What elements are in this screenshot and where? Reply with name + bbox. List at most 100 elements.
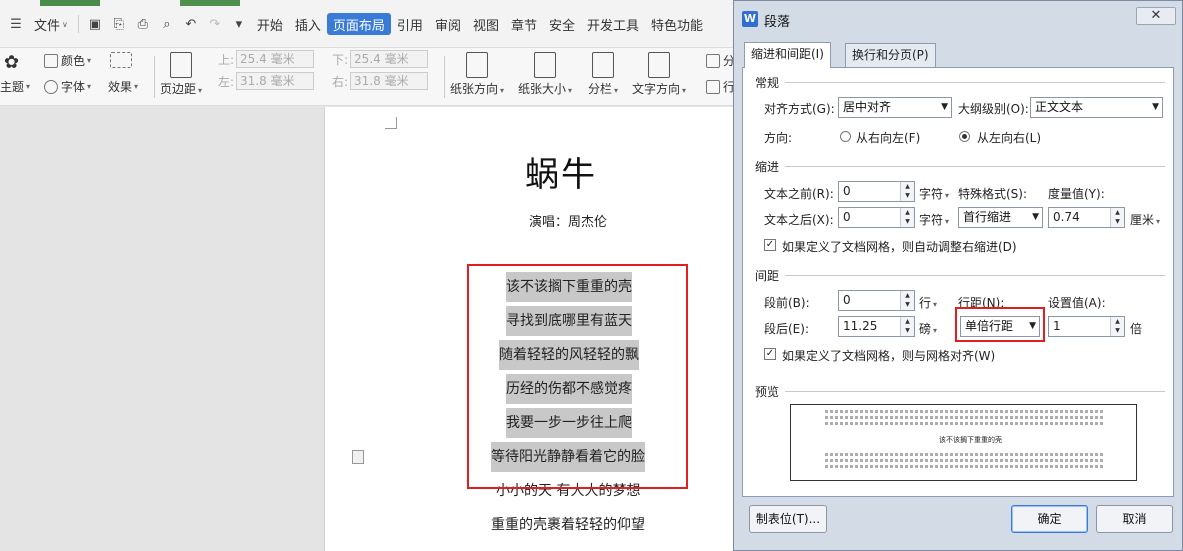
preview-icon[interactable]: ⌕: [155, 13, 179, 35]
indent-after-unit[interactable]: 字符 ▾: [919, 211, 949, 228]
document-title: 蜗牛: [525, 155, 597, 195]
export-icon[interactable]: ⎘: [107, 13, 131, 35]
spinner-icon[interactable]: ▲ ▼: [900, 208, 914, 227]
space-after-input[interactable]: 11.25 ▲ ▼: [838, 316, 915, 337]
auto-right-indent-checkbox[interactable]: ✓: [764, 239, 776, 251]
indent-after-input[interactable]: 0 ▲ ▼: [838, 207, 915, 228]
orientation-icon: [466, 52, 489, 78]
cancel-button[interactable]: 取消: [1096, 505, 1173, 533]
paper-size-icon: [534, 52, 557, 78]
chevron-down-icon: ▾: [933, 300, 938, 309]
special-value: 首行缩进: [963, 210, 1012, 224]
measure-label: 度量值(Y):: [1048, 187, 1105, 201]
tab-security[interactable]: 安全: [543, 13, 581, 35]
divider: [785, 391, 1165, 392]
fonts-label: 字体: [61, 80, 86, 94]
theme-button[interactable]: 主题 ▾: [0, 78, 30, 95]
set-value-input[interactable]: 1 ▲ ▼: [1048, 316, 1125, 337]
chevron-down-icon: ▾: [945, 191, 950, 200]
indent-before-value: 0: [843, 184, 851, 198]
tab-developer[interactable]: 开发工具: [581, 13, 645, 35]
measure-value: 0.74: [1053, 210, 1080, 224]
indent-before-input[interactable]: 0 ▲ ▼: [838, 181, 915, 202]
undo-icon[interactable]: ↶: [179, 13, 203, 35]
chevron-down-icon: ▾: [568, 86, 573, 95]
space-after-label: 段后(E):: [764, 322, 809, 336]
paragraph-options-icon[interactable]: [352, 450, 364, 464]
text-direction-button[interactable]: 文字方向 ▾: [632, 52, 686, 97]
space-before-unit[interactable]: 行 ▾: [919, 294, 937, 311]
special-label: 特殊格式(S):: [958, 187, 1028, 201]
indent-before-unit[interactable]: 字符 ▾: [919, 185, 949, 202]
spinner-icon[interactable]: ▲ ▼: [900, 317, 914, 336]
indent-before-label: 文本之前(R):: [764, 187, 834, 201]
divider: [785, 82, 1165, 83]
hamburger-icon[interactable]: ☰: [4, 13, 28, 35]
separator: [444, 56, 445, 98]
breaks-icon: [706, 53, 720, 68]
chevron-down-icon: ▾: [500, 86, 505, 95]
tab-page-layout[interactable]: 页面布局: [326, 13, 391, 35]
divider: [785, 166, 1165, 167]
chevron-down-icon: ▾: [134, 82, 139, 91]
separator: [77, 15, 79, 33]
divider: [785, 275, 1165, 276]
tab-insert[interactable]: 插入: [289, 13, 327, 35]
snap-grid-checkbox[interactable]: ✓: [764, 348, 776, 360]
line-number-button[interactable]: 行: [706, 78, 735, 95]
chevron-down-icon: ▾: [1156, 217, 1161, 226]
top-margin-input[interactable]: 25.4 毫米: [236, 50, 315, 68]
colors-button[interactable]: 颜色 ▾: [44, 52, 91, 69]
close-button[interactable]: ✕: [1136, 7, 1176, 25]
customize-icon[interactable]: ▾: [227, 13, 251, 35]
columns-button[interactable]: 分栏 ▾: [588, 52, 618, 97]
left-margin-input[interactable]: 31.8 毫米: [236, 72, 315, 90]
effects-button[interactable]: 效果 ▾: [108, 78, 138, 95]
bottom-margin-input[interactable]: 25.4 毫米: [350, 50, 429, 68]
spinner-icon[interactable]: ▲ ▼: [900, 182, 914, 201]
chevron-down-icon: ▾: [614, 86, 619, 95]
align-select[interactable]: 居中对齐 ▼: [838, 97, 952, 118]
section-preview: 预览: [755, 385, 780, 399]
left-margin-field: 左: 31.8 毫米: [218, 72, 315, 90]
breaks-button[interactable]: 分: [706, 52, 735, 69]
orientation-button[interactable]: 纸张方向 ▾: [450, 52, 504, 97]
right-margin-label: 右:: [332, 74, 349, 89]
set-value-value: 1: [1053, 319, 1061, 333]
ltr-radio[interactable]: [959, 131, 970, 142]
spinner-icon[interactable]: ▲ ▼: [1110, 208, 1124, 227]
file-menu[interactable]: 文件 ∨: [28, 13, 74, 35]
special-select[interactable]: 首行缩进 ▼: [958, 207, 1043, 228]
tab-start[interactable]: 开始: [251, 13, 289, 35]
effects-glyph: [110, 52, 132, 68]
size-button[interactable]: 纸张大小 ▾: [518, 52, 572, 97]
tab-indent-spacing[interactable]: 缩进和间距(I): [744, 42, 831, 68]
doc-tab-strip-2: [180, 0, 240, 6]
tab-view[interactable]: 视图: [467, 13, 505, 35]
tab-review[interactable]: 审阅: [429, 13, 467, 35]
save-icon[interactable]: ▣: [83, 13, 107, 35]
right-margin-input[interactable]: 31.8 毫米: [350, 72, 429, 90]
space-after-value: 11.25: [843, 319, 878, 333]
space-before-input[interactable]: 0 ▲ ▼: [838, 290, 915, 311]
print-icon[interactable]: ⎙: [131, 13, 155, 35]
section-indent: 缩进: [755, 160, 780, 174]
align-label: 对齐方式(G):: [764, 102, 835, 116]
fonts-button[interactable]: 字体 ▾: [44, 78, 91, 95]
spinner-icon[interactable]: ▲ ▼: [1110, 317, 1124, 336]
margins-button[interactable]: 页边距 ▾: [160, 52, 202, 97]
measure-input[interactable]: 0.74 ▲ ▼: [1048, 207, 1125, 228]
tabs-button[interactable]: 制表位(T)...: [749, 505, 827, 533]
redo-icon[interactable]: ↷: [203, 13, 227, 35]
tab-special[interactable]: 特色功能: [645, 13, 709, 35]
rtl-radio[interactable]: [840, 131, 851, 142]
text-direction-label: 文字方向: [632, 82, 681, 96]
space-after-unit[interactable]: 磅 ▾: [919, 320, 937, 337]
tab-line-page-breaks[interactable]: 换行和分页(P): [845, 43, 936, 67]
measure-unit[interactable]: 厘米 ▾: [1130, 211, 1160, 228]
tab-chapter[interactable]: 章节: [505, 13, 543, 35]
spinner-icon[interactable]: ▲ ▼: [900, 291, 914, 310]
tab-references[interactable]: 引用: [391, 13, 429, 35]
ok-button[interactable]: 确定: [1011, 505, 1088, 533]
outline-select[interactable]: 正文文本 ▼: [1030, 97, 1163, 118]
